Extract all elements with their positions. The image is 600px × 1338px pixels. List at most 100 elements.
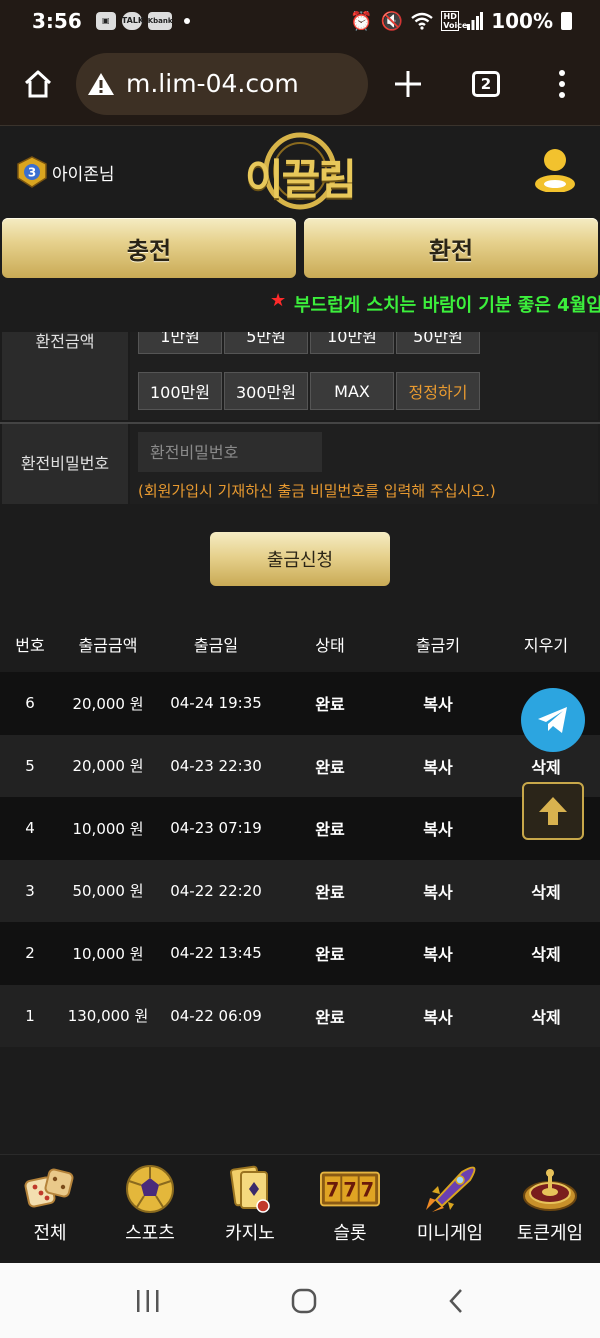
dice-icon xyxy=(20,1163,80,1215)
table-row: 1 130,000 원 04-22 06:09 완료 복사 삭제 xyxy=(0,984,600,1047)
home-circle-icon[interactable] xyxy=(290,1287,318,1315)
cell-no: 6 xyxy=(25,694,35,713)
alarm-icon: ⏰ xyxy=(350,10,373,32)
amount-reset-button[interactable]: 정정하기 xyxy=(396,372,480,410)
cell-status: 완료 xyxy=(315,757,345,777)
star-icon: ★ xyxy=(270,290,287,311)
cell-status: 완료 xyxy=(315,882,345,902)
back-icon[interactable] xyxy=(446,1287,466,1315)
nav-casino[interactable]: 카지노 xyxy=(200,1155,300,1263)
cell-date: 04-23 07:19 xyxy=(170,819,262,838)
delete-button[interactable]: 삭제 xyxy=(492,754,600,778)
header-key: 출금키 xyxy=(415,636,461,655)
cell-amount: 10,000 원 xyxy=(72,819,144,838)
amount-row: 환전금액 1만원 5만원 10만원 50만원 100만원 300만원 MAX 정… xyxy=(0,332,600,422)
battery-icon xyxy=(561,12,572,30)
browser-toolbar: m.lim-04.com 2 xyxy=(0,42,600,126)
header-delete: 지우기 xyxy=(523,636,569,655)
nav-label: 슬롯 xyxy=(333,1223,367,1244)
cell-amount: 20,000 원 xyxy=(72,757,144,776)
notice-marquee: ★ 부드럽게 스치는 바람이 기분 좋은 4월입 xyxy=(0,282,600,322)
new-tab-button[interactable] xyxy=(368,61,448,107)
bottom-navigation: 전체 스포츠 카지노 777 슬롯 미니게임 토큰게임 xyxy=(0,1154,600,1263)
nav-slot[interactable]: 777 슬롯 xyxy=(300,1155,400,1263)
password-row: 환전비밀번호 (회원가입시 기재하신 출금 비밀번호를 입력해 주십시오.) xyxy=(0,424,600,504)
copy-key-button[interactable]: 복사 xyxy=(384,879,492,903)
url-text[interactable]: m.lim-04.com xyxy=(126,69,299,98)
amount-10k-button[interactable]: 1만원 xyxy=(138,332,222,354)
soccer-ball-icon xyxy=(120,1163,180,1215)
home-icon xyxy=(24,70,52,97)
site-logo[interactable]: 이끌림 xyxy=(244,132,357,210)
password-cell: (회원가입시 기재하신 출금 비밀번호를 입력해 주십시오.) xyxy=(130,424,598,504)
user-info[interactable]: 3 아이존님 xyxy=(16,156,115,188)
telegram-icon xyxy=(538,707,567,733)
home-button[interactable] xyxy=(0,69,76,99)
tab-switcher-button[interactable]: 2 xyxy=(448,70,524,97)
plus-icon xyxy=(395,70,421,97)
cell-no: 4 xyxy=(25,819,35,838)
address-bar[interactable]: m.lim-04.com xyxy=(76,52,368,115)
cell-status: 완료 xyxy=(315,820,345,840)
amount-1m-button[interactable]: 100만원 xyxy=(138,372,222,410)
rocket-icon xyxy=(420,1163,480,1215)
level-badge-icon: 3 xyxy=(17,156,47,188)
table-row: 2 10,000 원 04-22 13:45 완료 복사 삭제 xyxy=(0,922,600,985)
amount-500k-button[interactable]: 50만원 xyxy=(396,332,480,354)
kakaotalk-icon: TALK xyxy=(121,12,144,30)
nav-minigame[interactable]: 미니게임 xyxy=(400,1155,500,1263)
nav-token-game[interactable]: 토큰게임 xyxy=(500,1155,600,1263)
cell-amount: 20,000 원 xyxy=(72,694,144,713)
withdraw-password-input[interactable] xyxy=(138,432,322,472)
delete-button[interactable]: 삭제 xyxy=(492,1004,600,1028)
table-row: 5 20,000 원 04-23 22:30 완료 복사 삭제 xyxy=(0,734,600,797)
amount-3m-button[interactable]: 300만원 xyxy=(224,372,308,410)
header-no: 번호 xyxy=(15,636,45,655)
svg-text:3: 3 xyxy=(28,166,36,180)
logo-text: 이끌림 xyxy=(245,155,357,204)
browser-menu-button[interactable] xyxy=(524,69,600,98)
amount-100k-button[interactable]: 10만원 xyxy=(310,332,394,354)
copy-key-button[interactable]: 복사 xyxy=(384,691,492,715)
user-avatar-icon xyxy=(535,149,575,193)
cards-icon xyxy=(220,1163,280,1215)
warning-icon[interactable] xyxy=(86,71,116,97)
copy-key-button[interactable]: 복사 xyxy=(384,816,492,840)
header-date: 출금일 xyxy=(193,636,239,655)
amount-max-button[interactable]: MAX xyxy=(310,372,394,410)
signal-icon xyxy=(467,12,484,30)
delete-button[interactable]: 삭제 xyxy=(492,941,600,965)
amount-buttons: 1만원 5만원 10만원 50만원 100만원 300만원 MAX 정정하기 xyxy=(130,332,598,420)
svg-text:7: 7 xyxy=(343,1179,356,1202)
nav-sports[interactable]: 스포츠 xyxy=(100,1155,200,1263)
mute-icon: 🔇 xyxy=(380,10,404,32)
withdraw-submit-button[interactable]: 출금신청 xyxy=(210,532,390,586)
copy-key-button[interactable]: 복사 xyxy=(384,754,492,778)
cell-date: 04-22 13:45 xyxy=(170,944,262,963)
amount-50k-button[interactable]: 5만원 xyxy=(224,332,308,354)
site-header: 3 아이존님 이끌림 xyxy=(0,126,600,216)
battery-percent: 100% xyxy=(491,9,553,33)
cell-no: 3 xyxy=(25,881,35,900)
exchange-button[interactable]: 환전 xyxy=(304,218,598,278)
charge-button[interactable]: 충전 xyxy=(2,218,296,278)
nav-label: 스포츠 xyxy=(125,1223,175,1244)
status-bar: 3:56 ▣ TALK Kbank ⏰ 🔇 HD Voice 100% xyxy=(0,0,600,42)
more-notifications-dot xyxy=(183,18,190,24)
copy-key-button[interactable]: 복사 xyxy=(384,1004,492,1028)
nav-label: 카지노 xyxy=(225,1223,275,1244)
delete-button[interactable]: 삭제 xyxy=(492,879,600,903)
cell-amount: 50,000 원 xyxy=(72,882,144,901)
table-row: 4 10,000 원 04-23 07:19 완료 복사 xyxy=(0,797,600,860)
nav-all[interactable]: 전체 xyxy=(0,1155,100,1263)
scroll-top-button[interactable] xyxy=(522,782,584,840)
nav-label: 전체 xyxy=(33,1223,67,1244)
telegram-button[interactable] xyxy=(521,688,585,752)
profile-button[interactable] xyxy=(532,146,578,196)
nav-label: 토큰게임 xyxy=(516,1223,584,1244)
hd-voice-icon: HD Voice xyxy=(441,11,468,31)
copy-key-button[interactable]: 복사 xyxy=(384,941,492,965)
tab-count: 2 xyxy=(472,70,500,97)
recent-apps-icon[interactable] xyxy=(134,1288,162,1314)
cell-amount: 130,000 원 xyxy=(67,1007,149,1026)
